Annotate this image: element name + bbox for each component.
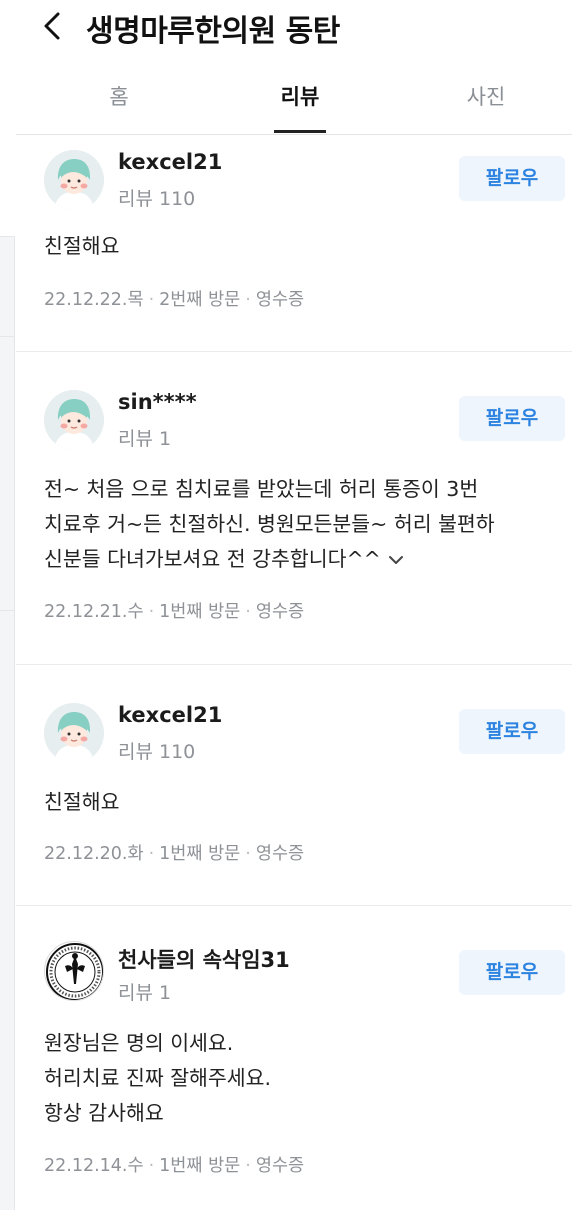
visit-count: 1번째 방문: [159, 844, 241, 864]
back-button[interactable]: [38, 8, 68, 44]
page-title: 생명마루한의원 동탄: [86, 14, 340, 49]
review-info: 22.12.20.화 · 1번째 방문 · 영수증: [44, 844, 305, 864]
review-text: 원장님은 명의 이세요. 허리치료 진짜 잘해주세요. 항상 감사해요: [44, 1031, 272, 1125]
visit-date: 22.12.21.수: [44, 602, 144, 622]
reviewer-name[interactable]: kexcel21: [118, 150, 222, 174]
visit-date: 22.12.14.수: [44, 1156, 144, 1176]
follow-button[interactable]: 팔로우: [459, 156, 565, 201]
tab-photos[interactable]: 사진: [393, 60, 572, 135]
follow-button[interactable]: 팔로우: [459, 950, 565, 995]
visit-date: 22.12.20.화: [44, 844, 144, 864]
person-avatar-icon[interactable]: [44, 390, 104, 450]
review-item: sin**** 리뷰 1 팔로우 전~ 처음 으로 침치료를 받았는데 허리 통…: [16, 352, 572, 665]
active-tab-indicator: [274, 130, 326, 133]
review-item: kexcel21 리뷰 110 팔로우 친절해요 22.12.22.목 · 2번째 …: [16, 136, 572, 352]
tab-reviews[interactable]: 리뷰: [207, 60, 393, 135]
person-avatar-icon[interactable]: [44, 703, 104, 763]
emblem-logo-icon[interactable]: [44, 941, 104, 1001]
reviewer-review-count: 리뷰 1: [118, 982, 172, 1004]
review-panel: 생명마루한의원 동탄 홈 리뷰 사진 kexcel21 리뷰 110 팔로우 친…: [16, 0, 572, 1210]
review-info: 22.12.21.수 · 1번째 방문 · 영수증: [44, 602, 305, 622]
receipt-label: 영수증: [255, 602, 305, 622]
review-info: 22.12.14.수 · 1번째 방문 · 영수증: [44, 1156, 305, 1176]
header: 생명마루한의원 동탄: [16, 0, 572, 52]
reviewer-name[interactable]: sin****: [118, 390, 197, 414]
visit-date: 22.12.22.목: [44, 290, 144, 310]
visit-count: 1번째 방문: [159, 602, 241, 622]
receipt-label: 영수증: [255, 290, 305, 310]
chevron-down-icon[interactable]: [385, 549, 407, 571]
review-info: 22.12.22.목 · 2번째 방문 · 영수증: [44, 290, 305, 310]
person-avatar-icon[interactable]: [44, 150, 104, 210]
tab-bar: 홈 리뷰 사진: [16, 60, 572, 135]
review-item: 천사들의 속삭임31 리뷰 1 팔로우 원장님은 명의 이세요. 허리치료 진짜…: [16, 906, 572, 1210]
visit-count: 2번째 방문: [159, 290, 241, 310]
follow-button[interactable]: 팔로우: [459, 396, 565, 441]
tab-home[interactable]: 홈: [26, 60, 212, 135]
reviewer-name[interactable]: kexcel21: [118, 703, 222, 727]
follow-button[interactable]: 팔로우: [459, 709, 565, 754]
receipt-label: 영수증: [255, 844, 305, 864]
reviewer-review-count: 리뷰 110: [118, 188, 196, 210]
chevron-left-icon: [44, 12, 60, 40]
review-text: 친절해요: [44, 234, 120, 258]
review-text: 전~ 처음 으로 침치료를 받았는데 허리 통증이 3번 치료후 거~든 친절하…: [44, 472, 554, 577]
reviewer-review-count: 리뷰 110: [118, 741, 196, 763]
review-text: 친절해요: [44, 790, 120, 814]
side-panel-edge: [0, 0, 15, 1210]
reviewer-name[interactable]: 천사들의 속삭임31: [118, 944, 290, 974]
visit-count: 1번째 방문: [159, 1156, 241, 1176]
reviewer-review-count: 리뷰 1: [118, 428, 172, 450]
review-item: kexcel21 리뷰 110 팔로우 친절해요 22.12.20.화 · 1번째 …: [16, 665, 572, 906]
review-text-body: 전~ 처음 으로 침치료를 받았는데 허리 통증이 3번 치료후 거~든 친절하…: [44, 477, 495, 571]
receipt-label: 영수증: [255, 1156, 305, 1176]
